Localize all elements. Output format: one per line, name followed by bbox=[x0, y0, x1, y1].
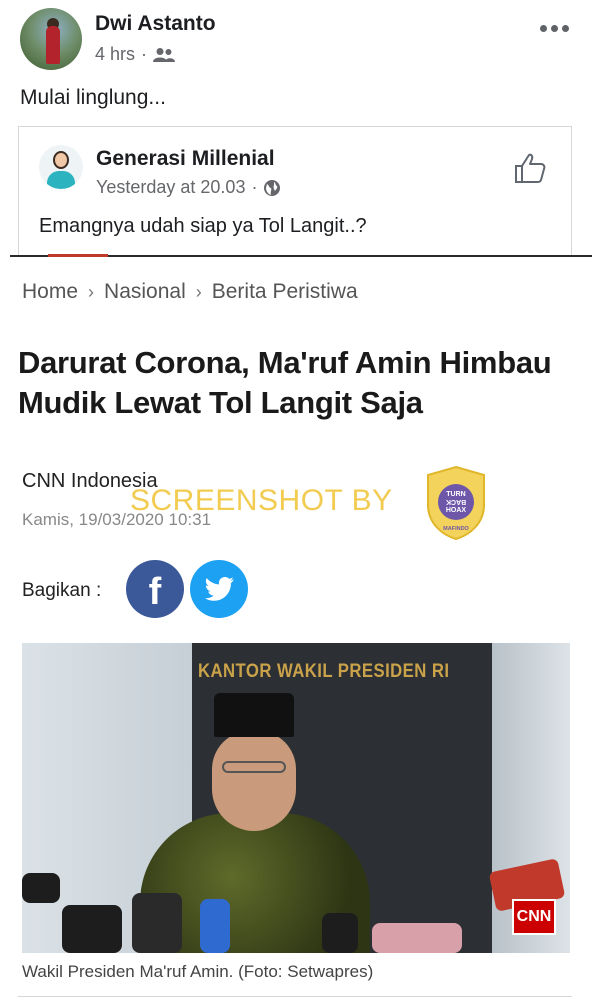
cnn-logo: CNN bbox=[512, 899, 556, 935]
globe-icon bbox=[264, 179, 281, 196]
author-avatar[interactable] bbox=[20, 8, 82, 70]
chevron-right-icon: › bbox=[88, 281, 95, 302]
shared-post-card[interactable]: Generasi Millenial Yesterday at 20.03 · … bbox=[18, 126, 572, 256]
article-headline: Darurat Corona, Ma'ruf Amin Himbau Mudik… bbox=[18, 345, 552, 420]
breadcrumb: Home › Nasional › Berita Peristiwa bbox=[22, 280, 358, 304]
twitter-icon bbox=[204, 577, 234, 601]
facebook-share-button[interactable]: f bbox=[126, 560, 184, 618]
post-header: Dwi Astanto 4 hrs · bbox=[0, 0, 600, 80]
post-time[interactable]: 4 hrs bbox=[95, 44, 135, 65]
author-name[interactable]: Dwi Astanto bbox=[95, 12, 216, 36]
facebook-icon: f bbox=[148, 571, 162, 613]
divider-accent bbox=[48, 254, 108, 257]
page-name[interactable]: Generasi Millenial bbox=[96, 147, 275, 171]
meta-separator: · bbox=[141, 44, 148, 64]
badge-line-1: TURN bbox=[446, 491, 465, 498]
friends-icon bbox=[153, 47, 176, 62]
badge-line-3: HOAX bbox=[446, 507, 467, 514]
more-options-icon[interactable] bbox=[540, 22, 576, 34]
thumbs-up-icon[interactable] bbox=[513, 151, 547, 185]
breadcrumb-home[interactable]: Home bbox=[22, 280, 78, 304]
chevron-right-icon: › bbox=[195, 281, 202, 302]
meta-separator: · bbox=[251, 177, 258, 197]
post-text: Mulai linglung... bbox=[20, 86, 166, 109]
article-photo: KANTOR WAKIL PRESIDEN RI CNN bbox=[22, 643, 570, 953]
badge-line-2: BACK bbox=[446, 498, 466, 505]
breadcrumb-nasional[interactable]: Nasional bbox=[104, 280, 186, 304]
shared-text: Emangnya udah siap ya Tol Langit..? bbox=[39, 215, 367, 237]
shared-meta: Yesterday at 20.03 · bbox=[96, 177, 281, 198]
breadcrumb-berita-peristiwa[interactable]: Berita Peristiwa bbox=[212, 280, 358, 304]
page-avatar[interactable] bbox=[39, 145, 83, 189]
watermark-text: SCREENSHOT BY bbox=[130, 484, 393, 517]
photo-sign-text: KANTOR WAKIL PRESIDEN RI bbox=[198, 661, 450, 682]
badge-bottom-text: MAFINDO bbox=[443, 526, 469, 532]
mafindo-badge: TURN BACK HOAX MAFINDO bbox=[427, 465, 485, 541]
share-label: Bagikan : bbox=[22, 580, 102, 601]
twitter-share-button[interactable] bbox=[190, 560, 248, 618]
card-bottom-border bbox=[18, 996, 572, 997]
shared-time[interactable]: Yesterday at 20.03 bbox=[96, 177, 245, 198]
photo-caption: Wakil Presiden Ma'ruf Amin. (Foto: Setwa… bbox=[22, 962, 374, 981]
post-meta: 4 hrs · bbox=[95, 44, 176, 65]
